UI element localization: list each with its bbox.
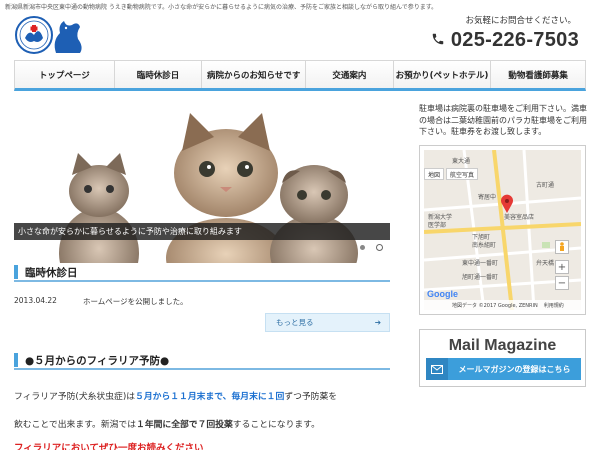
phone-number: 025-226-7503 — [450, 29, 579, 51]
heading-accent-bar — [14, 353, 18, 367]
mail-register-button[interactable]: メールマガジンの登録はこちら — [426, 358, 581, 380]
map-label: 南糸組町 — [472, 242, 497, 249]
slider-dots — [360, 244, 390, 251]
slider-dot-1[interactable] — [360, 245, 365, 250]
zoom-out-icon[interactable]: − — [555, 276, 569, 290]
arrow-right-icon: ➔ — [374, 318, 381, 327]
map-label: 東中通一番町 — [462, 260, 499, 267]
filaria-bold: １年間に全部で７回投薬 — [136, 420, 233, 430]
news-text[interactable]: ホームページを公開しました。 — [83, 296, 188, 307]
more-button[interactable]: もっと見る ➔ — [265, 313, 390, 332]
phone-icon — [431, 31, 445, 50]
global-nav: トップページ 臨時休診日 病院からのお知らせです 交通案内 お預かり(ペットホテ… — [14, 60, 586, 91]
nav-pet-hotel[interactable]: お預かり(ペットホテル) — [394, 61, 492, 88]
phone-block[interactable]: 025-226-7503 — [431, 29, 579, 52]
map-tab-satellite[interactable]: 航空写真 — [446, 168, 478, 180]
filaria-line-1: フィラリア予防(犬糸状虫症)は５月から１１月末まで、毎月末に１回ずつ予防薬を — [14, 389, 394, 402]
map-label: 古町通 — [536, 182, 555, 189]
filaria-text: フィラリア予防(犬糸状虫症)は — [14, 392, 136, 402]
parking-notice: 駐車場は病院裏の駐車場をご利用下さい。満車の場合は二葉幼稚園前のパラカ駐車場をご… — [419, 104, 587, 136]
nav-recruit[interactable]: 動物看護師募集 — [491, 61, 585, 88]
mail-register-label: メールマガジンの登録はこちら — [458, 364, 571, 374]
slider-dot-2[interactable] — [376, 244, 383, 251]
filaria-heading: ●５月からのフィラリア予防● — [25, 354, 170, 367]
heading-accent-bar — [14, 265, 18, 279]
hero-caption: 小さな命が安らかに暮らせるように予防や治療に取り組みます — [14, 223, 390, 240]
nav-top[interactable]: トップページ — [15, 61, 115, 88]
news-row: 2013.04.22 ホームページを公開しました。 — [14, 296, 188, 307]
clinic-logo[interactable] — [14, 13, 92, 57]
filaria-highlight: ５月から１１月末まで、毎月末に１回 — [135, 392, 285, 402]
map-label: 旭町通一番町 — [462, 274, 499, 281]
tagline: 新潟県新潟市中央区東中通の動物病院 うえき動物病院です。小さな命が安らかに暮らせ… — [5, 4, 438, 11]
more-label: もっと見る — [276, 318, 314, 327]
google-map[interactable]: 地図 航空写真 東大通 寄居中 新潟大学 医学部 美容室品店 下旭町 南糸組町 … — [424, 150, 581, 310]
filaria-text: することになります。 — [232, 420, 320, 430]
zoom-in-icon[interactable]: + — [555, 260, 569, 274]
google-logo: Google — [427, 289, 458, 299]
map-footer: 地図データ ©2017 Google, ZENRIN 利用規約 — [424, 300, 581, 310]
closure-section-heading: 臨時休診日 — [14, 264, 390, 282]
filaria-red-line[interactable]: フィラリアにおいてぜひ一度お読みください — [14, 440, 204, 450]
map-label: 医学部 — [428, 222, 447, 229]
filaria-text: ずつ予防薬を — [284, 392, 338, 402]
mail-magazine-title: Mail Magazine — [448, 337, 557, 354]
nav-closure[interactable]: 臨時休診日 — [115, 61, 203, 88]
map-label: 東大通 — [452, 158, 471, 165]
closure-heading: 臨時休診日 — [25, 266, 78, 279]
news-date: 2013.04.22 — [14, 296, 57, 305]
nav-news[interactable]: 病院からのお知らせです — [202, 61, 306, 88]
filaria-section-heading: ●５月からのフィラリア予防● — [14, 352, 390, 370]
filaria-text: 飲むことで出来ます。新潟では — [14, 420, 137, 430]
mail-icon — [426, 358, 448, 380]
nav-access[interactable]: 交通案内 — [306, 61, 394, 88]
map-label: 寄居中 — [478, 194, 497, 201]
pegman-icon[interactable] — [555, 240, 569, 254]
map-attribution: 地図データ ©2017 Google, ZENRIN — [452, 302, 538, 309]
contact-label: お気軽にお問合せください。 — [465, 16, 576, 26]
map-tab-map[interactable]: 地図 — [424, 168, 444, 180]
filaria-line-2: 飲むことで出来ます。新潟では１年間に全部で７回投薬することになります。 — [14, 417, 394, 430]
map-label: 弁天橋 — [536, 260, 555, 267]
map-terms[interactable]: 利用規約 — [544, 302, 564, 309]
map-label: 美容室品店 — [504, 214, 535, 221]
map-widget[interactable]: 地図 航空写真 東大通 寄居中 新潟大学 医学部 美容室品店 下旭町 南糸組町 … — [419, 145, 586, 315]
mail-magazine-box: Mail Magazine メールマガジンの登録はこちら — [419, 329, 586, 387]
hero-slider[interactable]: 小さな命が安らかに暮らせるように予防や治療に取り組みます — [14, 103, 390, 263]
